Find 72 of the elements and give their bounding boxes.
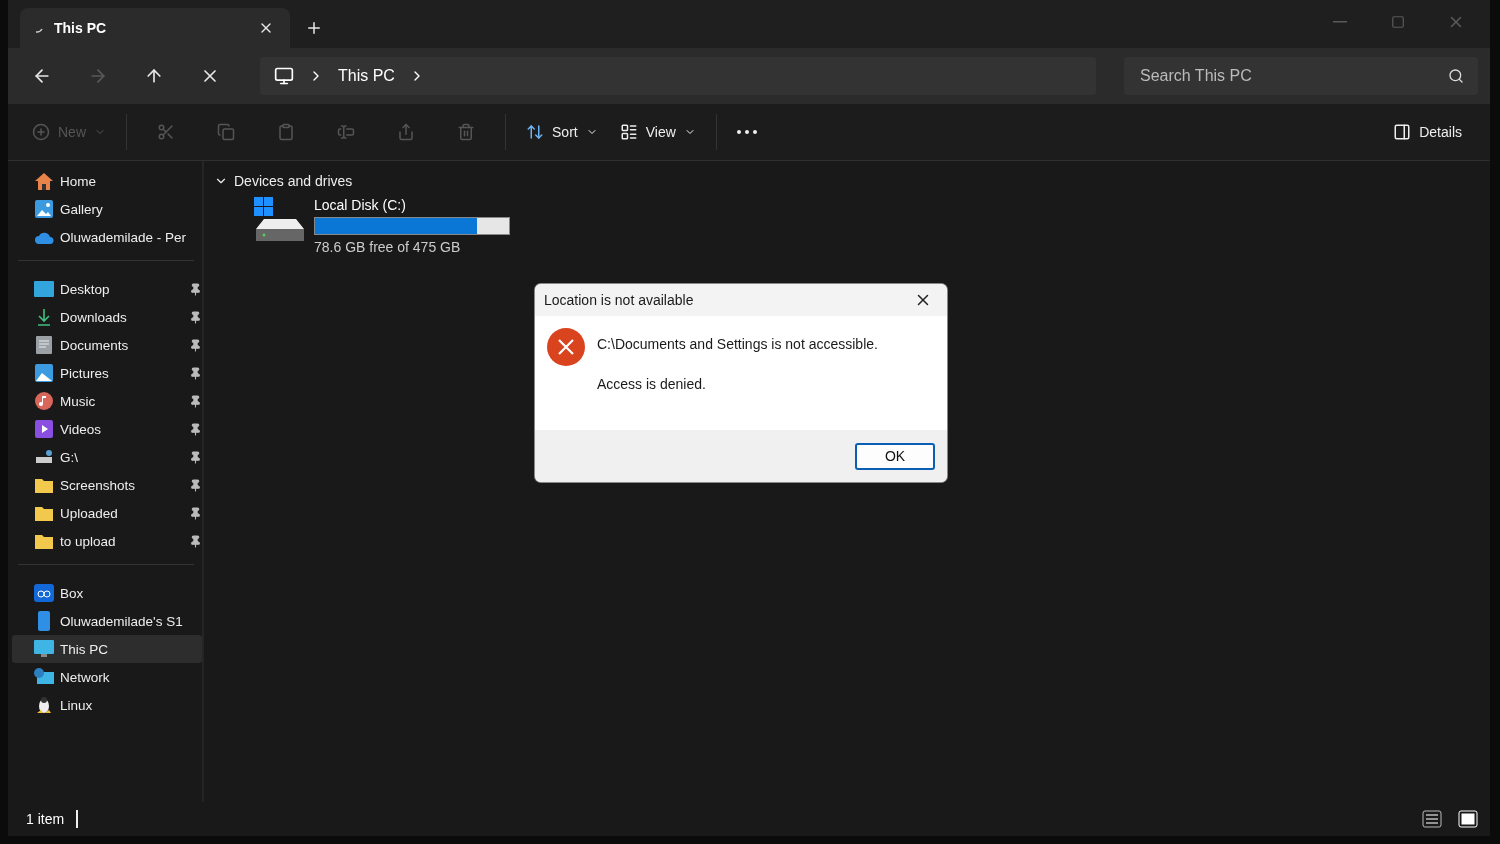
sidebar-item[interactable]: This PC [12,635,202,663]
folder-icon [35,533,53,549]
tab[interactable]: This PC [20,8,290,48]
sidebar-item[interactable]: Box [12,579,202,607]
item-count: 1 item [26,811,65,827]
sidebar-item[interactable]: Screenshots [12,471,202,499]
sidebar-item[interactable]: G:\ [12,443,202,471]
tiles-view-button[interactable] [1456,808,1480,830]
details-button[interactable]: Details [1385,114,1470,150]
error-message: C:\Documents and Settings is not accessible. [597,336,878,352]
hard-drive-icon [254,197,306,243]
sidebar-item[interactable]: Music [12,387,202,415]
sidebar-item[interactable]: Oluwademilade - Per [12,223,202,251]
sidebar-item[interactable]: Pictures [12,359,202,387]
free-space-text: 78.6 GB free of 475 GB [314,239,462,255]
minimize-icon [1333,21,1347,23]
error-icon [547,328,585,366]
document-icon [36,336,52,354]
details-view-button[interactable] [1420,808,1444,830]
tab-title: This PC [54,20,107,36]
box-icon [34,584,54,602]
more-icon [736,130,757,134]
cloud-icon [34,230,54,244]
drive-name: Local Disk (C:) [314,197,407,213]
monitor-icon [34,640,54,658]
sidebar-item[interactable]: Network [12,663,202,691]
sidebar-item[interactable]: Linux [12,691,202,719]
sidebar-item[interactable]: Documents [12,331,202,359]
sort-button[interactable]: Sort [518,114,606,150]
sidebar-item[interactable]: Home [12,167,202,195]
error-detail: Access is denied. [597,376,707,392]
music-icon [35,392,53,410]
sidebar-item[interactable]: Oluwademilade's S1 [12,607,202,635]
sidebar-item[interactable]: Gallery [12,195,202,223]
address-bar[interactable]: This PC [260,57,1096,95]
monitor-icon [274,66,294,86]
sidebar-item[interactable]: Downloads [12,303,202,331]
share-icon [397,123,415,141]
breadcrumb[interactable]: This PC [338,67,395,85]
section-header[interactable]: Devices and drives [214,173,353,189]
sort-icon [526,123,544,141]
view-button[interactable]: View [611,114,704,150]
dialog-title: Location is not available [544,292,694,308]
phone-icon [38,611,50,631]
sidebar-item[interactable]: Uploaded [12,499,202,527]
folder-icon [35,477,53,493]
drive-icon [34,449,54,465]
home-icon [34,172,54,190]
gallery-icon [35,200,53,218]
sidebar-item[interactable]: Desktop [12,275,202,303]
maximize-icon [1391,15,1405,29]
panel-icon [1393,123,1412,141]
paste-icon [277,123,295,141]
layout-list-icon [619,123,638,141]
plus-icon [305,19,323,37]
delete-icon [457,123,475,141]
copy-icon [217,123,235,141]
folder-icon [35,505,53,521]
search-icon [1448,68,1464,84]
plus-circle-icon [32,123,50,141]
sidebar-item[interactable]: to upload [12,527,202,555]
cut-icon [157,123,175,141]
ok-button[interactable]: OK [855,442,935,470]
penguin-icon [36,696,52,714]
rename-icon [337,123,355,141]
sidebar-item[interactable]: Videos [12,415,202,443]
video-icon [35,420,53,438]
download-icon [35,308,53,326]
search-field[interactable]: Search This PC [1124,57,1478,95]
desktop-icon [34,281,54,297]
pictures-icon [35,364,53,382]
network-icon [34,668,54,686]
